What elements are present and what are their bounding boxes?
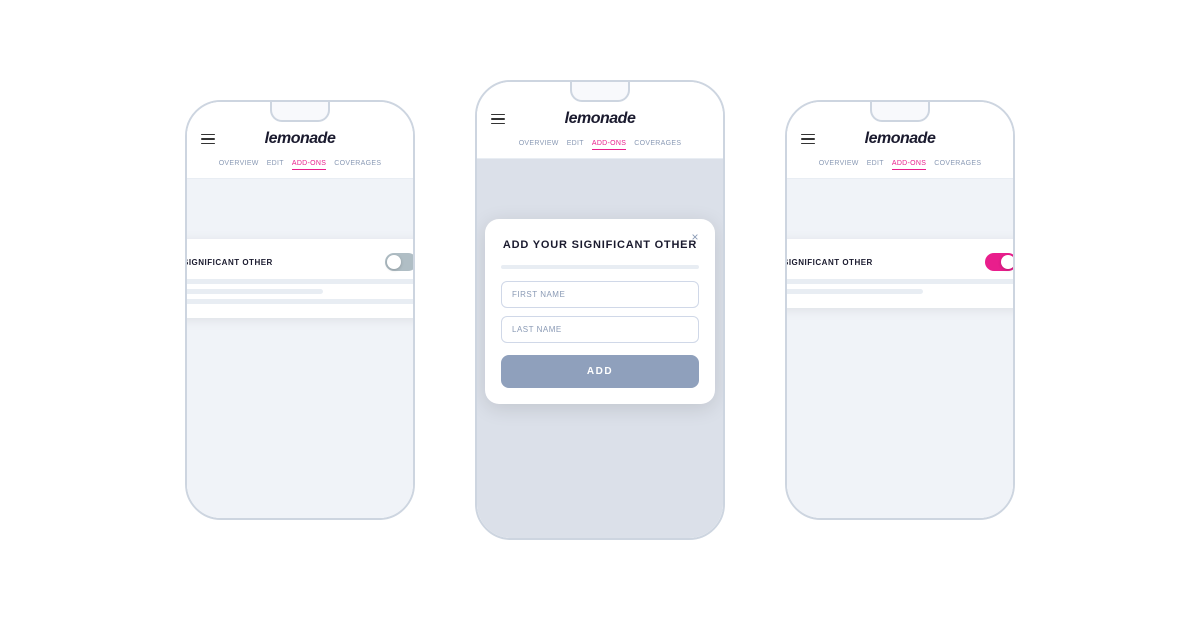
center-nav-edit[interactable]: EDIT [567, 138, 584, 150]
right-nav-overview[interactable]: OVERVIEW [819, 158, 859, 170]
left-nav-edit[interactable]: EDIT [267, 158, 284, 170]
left-toggle-card-header: SIGNIFICANT OTHER [187, 253, 413, 271]
center-nav-overview[interactable]: OVERVIEW [519, 138, 559, 150]
right-nav-addons[interactable]: ADD-ONS [892, 158, 926, 170]
right-phone-body: SIGNIFICANT OTHER [787, 179, 1013, 518]
right-card-line-1 [787, 279, 1013, 284]
center-phone: lemonade OVERVIEW EDIT ADD-ONS COVERAGES… [475, 80, 725, 540]
hamburger-icon-right[interactable] [801, 134, 815, 145]
phone-notch-right [870, 102, 930, 122]
right-phone: lemonade OVERVIEW EDIT ADD-ONS COVERAGES… [785, 100, 1015, 520]
right-toggle-switch[interactable] [985, 253, 1013, 271]
left-card-line-2 [187, 289, 323, 294]
left-card-line-3 [187, 299, 413, 304]
left-logo: lemonade [265, 130, 336, 148]
left-phone-header-top: lemonade [201, 130, 399, 148]
left-toggle-card: SIGNIFICANT OTHER [187, 239, 413, 318]
modal-close-button[interactable]: × [687, 229, 703, 245]
left-card-line-1 [187, 279, 413, 284]
center-phone-screen: lemonade OVERVIEW EDIT ADD-ONS COVERAGES… [477, 82, 723, 538]
center-nav-coverages[interactable]: COVERAGES [634, 138, 681, 150]
left-nav-overview[interactable]: OVERVIEW [219, 158, 259, 170]
right-logo: lemonade [865, 130, 936, 148]
phone-notch-left [270, 102, 330, 122]
hamburger-icon-center[interactable] [491, 114, 505, 125]
modal-subtitle-line [501, 265, 699, 269]
scene: lemonade OVERVIEW EDIT ADD-ONS COVERAGES… [0, 80, 1200, 540]
right-card-title: SIGNIFICANT OTHER [787, 258, 873, 267]
left-phone-nav: OVERVIEW EDIT ADD-ONS COVERAGES [201, 158, 399, 170]
right-toggle-knob [1001, 255, 1013, 269]
first-name-input[interactable] [501, 281, 699, 308]
left-toggle-knob [387, 255, 401, 269]
right-phone-header-top: lemonade [801, 130, 999, 148]
hamburger-icon-left[interactable] [201, 134, 215, 145]
right-phone-nav: OVERVIEW EDIT ADD-ONS COVERAGES [801, 158, 999, 170]
phone-notch-center [570, 82, 630, 102]
left-phone-body: SIGNIFICANT OTHER [187, 179, 413, 518]
last-name-input[interactable] [501, 316, 699, 343]
left-toggle-switch[interactable] [385, 253, 413, 271]
center-phone-header-top: lemonade [491, 110, 709, 128]
add-button[interactable]: ADD [501, 355, 699, 388]
center-logo: lemonade [565, 110, 636, 128]
left-phone-screen: lemonade OVERVIEW EDIT ADD-ONS COVERAGES… [187, 102, 413, 518]
left-nav-coverages[interactable]: COVERAGES [334, 158, 381, 170]
center-nav-addons[interactable]: ADD-ONS [592, 138, 626, 150]
right-toggle-card: SIGNIFICANT OTHER [787, 239, 1013, 308]
modal-card: × ADD YOUR SIGNIFICANT OTHER ADD [485, 219, 715, 404]
modal-title: ADD YOUR SIGNIFICANT OTHER [501, 239, 699, 251]
modal-overlay: × ADD YOUR SIGNIFICANT OTHER ADD [477, 159, 723, 538]
left-nav-addons[interactable]: ADD-ONS [292, 158, 326, 170]
left-phone: lemonade OVERVIEW EDIT ADD-ONS COVERAGES… [185, 100, 415, 520]
right-nav-coverages[interactable]: COVERAGES [934, 158, 981, 170]
left-card-title: SIGNIFICANT OTHER [187, 258, 273, 267]
right-card-line-2 [787, 289, 923, 294]
center-phone-body: × ADD YOUR SIGNIFICANT OTHER ADD [477, 159, 723, 538]
center-phone-nav: OVERVIEW EDIT ADD-ONS COVERAGES [491, 138, 709, 150]
right-toggle-card-header: SIGNIFICANT OTHER [787, 253, 1013, 271]
right-phone-screen: lemonade OVERVIEW EDIT ADD-ONS COVERAGES… [787, 102, 1013, 518]
right-nav-edit[interactable]: EDIT [867, 158, 884, 170]
